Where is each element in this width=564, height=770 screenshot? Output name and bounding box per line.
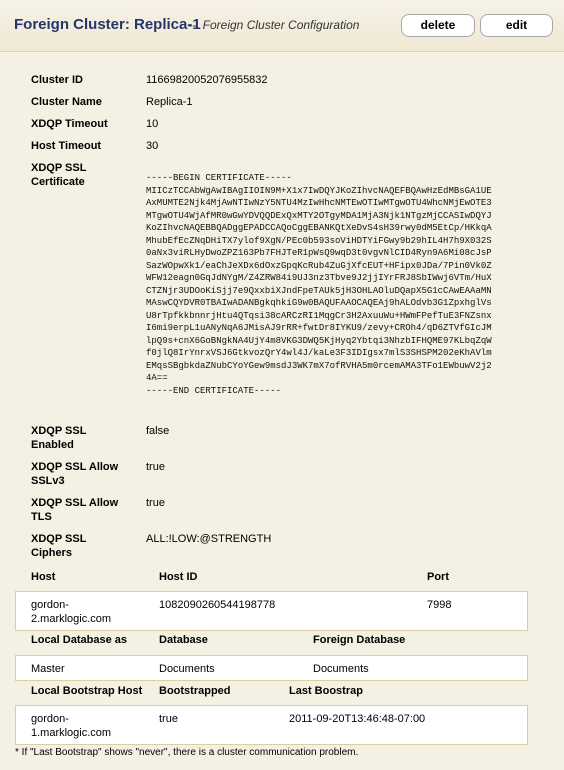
bootstrap-host-cell: gordon- 1.marklogic.com — [31, 712, 111, 740]
last-bootstrap-cell: 2011-09-20T13:46:48-07:00 — [289, 713, 426, 725]
databases-table-row: Master Documents Documents — [15, 655, 528, 681]
page-title: Foreign Cluster: Replica-1 — [14, 16, 201, 33]
ssl-enabled-label-line2: Enabled — [31, 439, 74, 451]
ssl-v3-label: XDQP SSL Allow SSLv3 — [31, 460, 118, 488]
host-port-cell: 7998 — [427, 599, 452, 611]
db-col-database: Database — [159, 634, 208, 646]
bootstrap-col-bootstrapped: Bootstrapped — [159, 685, 231, 697]
db-database-cell: Documents — [159, 663, 215, 675]
ssl-ciphers-label-line1: XDQP SSL — [31, 533, 87, 545]
xdqp-timeout-label: XDQP Timeout — [31, 118, 108, 130]
ssl-tls-label-line1: XDQP SSL Allow — [31, 497, 119, 509]
ssl-enabled-value: false — [146, 425, 170, 437]
bootstrapped-cell: true — [159, 713, 178, 725]
ssl-enabled-label-line1: XDQP SSL — [31, 425, 87, 437]
page-header: Foreign Cluster: Replica-1 -- Foreign Cl… — [0, 0, 564, 52]
db-local-cell: Master — [31, 663, 65, 675]
db-col-local: Local Database as — [31, 634, 127, 646]
bootstrap-table-row: gordon- 1.marklogic.com true 2011-09-20T… — [15, 705, 528, 745]
host-timeout-label: Host Timeout — [31, 140, 102, 152]
ssl-ciphers-label-line2: Ciphers — [31, 547, 72, 559]
hosts-col-host: Host — [31, 571, 56, 583]
bootstrap-host-line1: gordon- — [31, 713, 69, 725]
hosts-col-host-id: Host ID — [159, 571, 198, 583]
cluster-id-label: Cluster ID — [31, 74, 83, 86]
ssl-enabled-label: XDQP SSL Enabled — [31, 424, 86, 452]
host-name-line2: 2.marklogic.com — [31, 613, 112, 625]
ssl-certificate-label: XDQP SSL Certificate — [31, 161, 86, 189]
cluster-name-value: Replica-1 — [146, 96, 193, 108]
xdqp-timeout-value: 10 — [146, 118, 159, 130]
delete-button[interactable]: delete — [401, 14, 475, 37]
bootstrap-host-line2: 1.marklogic.com — [31, 727, 112, 739]
page-subtitle: -- Foreign Cluster Configuration — [188, 18, 359, 32]
subtitle-text: Foreign Cluster Configuration — [202, 18, 360, 32]
ssl-v3-label-line1: XDQP SSL Allow — [31, 461, 119, 473]
db-col-foreign: Foreign Database — [313, 634, 406, 646]
host-timeout-value: 30 — [146, 140, 159, 152]
ssl-tls-value: true — [146, 497, 165, 509]
footnote: * If "Last Bootstrap" shows "never", the… — [15, 747, 359, 758]
host-id-cell: 1082090260544198778 — [159, 599, 276, 611]
ssl-certificate-value: -----BEGIN CERTIFICATE----- MIICzTCCAbWg… — [146, 173, 492, 396]
subtitle-separator: -- — [188, 18, 196, 32]
ssl-v3-value: true — [146, 461, 165, 473]
ssl-certificate-label-line1: XDQP SSL — [31, 162, 87, 174]
bootstrap-col-host: Local Bootstrap Host — [31, 685, 143, 697]
hosts-table-row: gordon- 2.marklogic.com 1082090260544198… — [15, 591, 528, 631]
host-name-line1: gordon- — [31, 599, 69, 611]
ssl-ciphers-label: XDQP SSL Ciphers — [31, 532, 86, 560]
ssl-tls-label: XDQP SSL Allow TLS — [31, 496, 118, 524]
ssl-ciphers-value: ALL:!LOW:@STRENGTH — [146, 533, 272, 545]
cluster-name-label: Cluster Name — [31, 96, 102, 108]
ssl-certificate-label-line2: Certificate — [31, 176, 85, 188]
ssl-v3-label-line2: SSLv3 — [31, 475, 65, 487]
db-foreign-cell: Documents — [313, 663, 369, 675]
edit-button[interactable]: edit — [480, 14, 553, 37]
host-name-cell: gordon- 2.marklogic.com — [31, 598, 111, 626]
hosts-col-port: Port — [427, 571, 449, 583]
bootstrap-col-last: Last Boostrap — [289, 685, 363, 697]
ssl-tls-label-line2: TLS — [31, 511, 52, 523]
cluster-id-value: 11669820052076955832 — [146, 74, 268, 86]
